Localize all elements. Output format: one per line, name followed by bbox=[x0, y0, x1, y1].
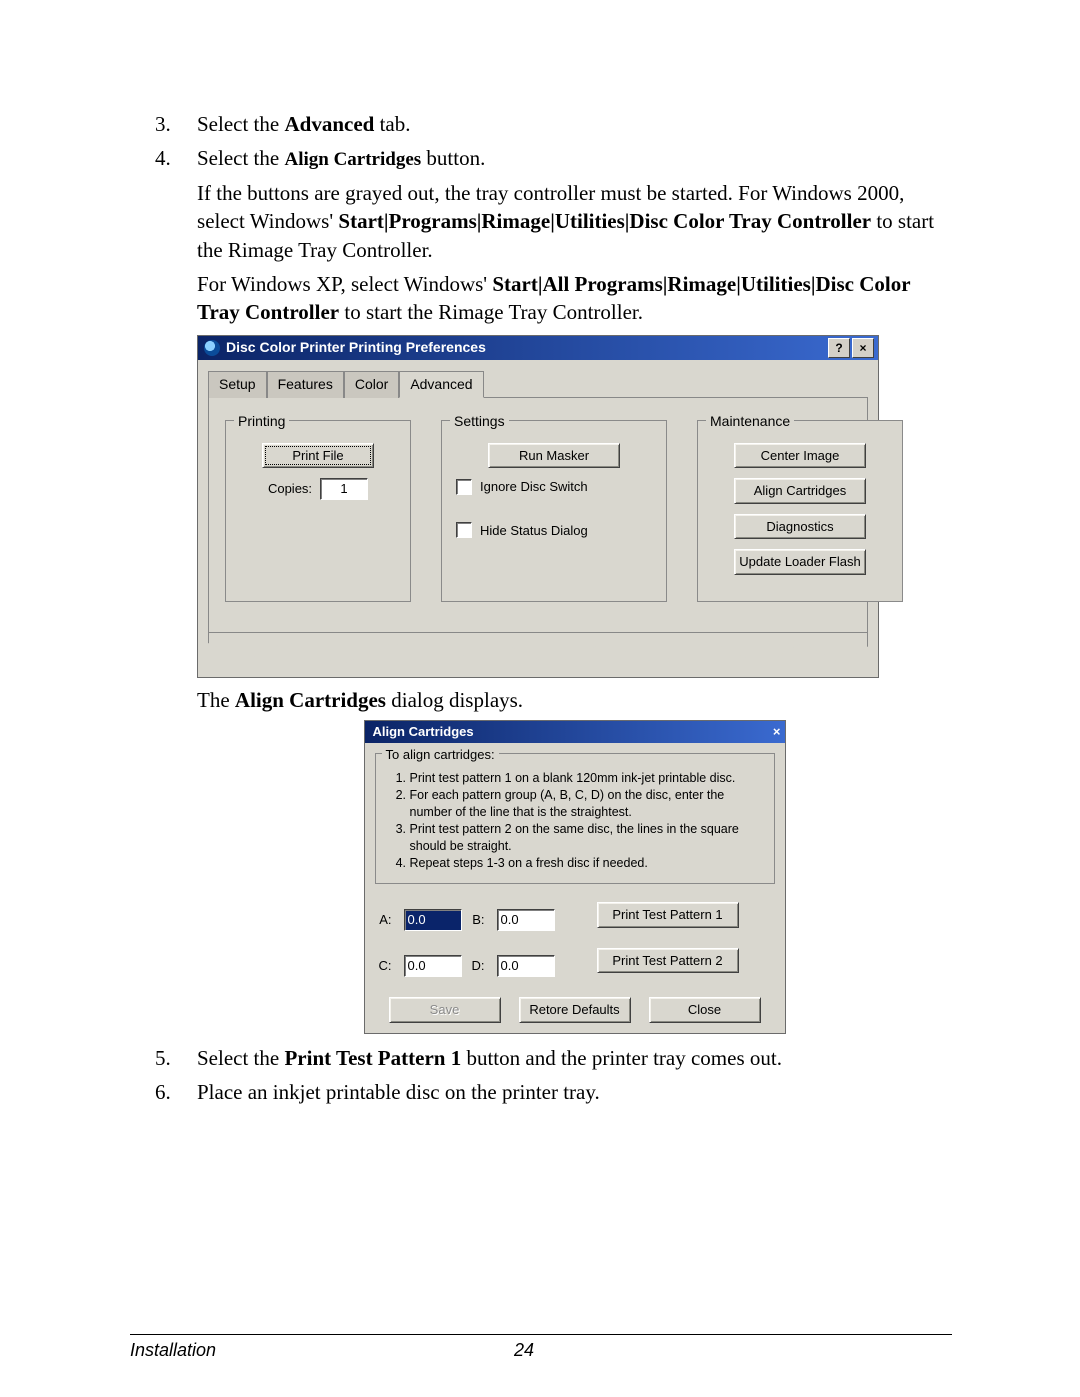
align-A-label: A: bbox=[379, 911, 394, 929]
tab-advanced-panel: Printing Print File Copies: 1 Settings R… bbox=[208, 397, 868, 633]
step-3-pre: Select the bbox=[197, 112, 284, 136]
step-4-bold: Align Cartridges bbox=[284, 149, 421, 170]
group-settings: Settings Run Masker Ignore Disc Switch H… bbox=[441, 420, 667, 602]
ignore-disc-label: Ignore Disc Switch bbox=[480, 478, 588, 496]
hide-status-checkbox[interactable] bbox=[456, 522, 472, 538]
prefs-close-button[interactable]: × bbox=[852, 338, 874, 358]
ignore-disc-checkbox[interactable] bbox=[456, 479, 472, 495]
torn-edge bbox=[208, 633, 868, 667]
copies-row: Copies: 1 bbox=[238, 478, 398, 500]
tab-setup[interactable]: Setup bbox=[208, 371, 267, 398]
group-printing-legend: Printing bbox=[234, 412, 289, 431]
prefs-help-button[interactable]: ? bbox=[828, 338, 850, 358]
print-test-pattern-2-button[interactable]: Print Test Pattern 2 bbox=[597, 948, 739, 974]
align-save-button[interactable]: Save bbox=[389, 997, 501, 1023]
note-winxp: For Windows XP, select Windows' Start|Al… bbox=[197, 270, 952, 327]
align-dialog-caption: The Align Cartridges dialog displays. bbox=[197, 686, 952, 714]
align-step-1: Print test pattern 1 on a blank 120mm in… bbox=[410, 770, 764, 787]
step-6: 6. Place an inkjet printable disc on the… bbox=[155, 1078, 952, 1106]
align-step-4: Repeat steps 1-3 on a fresh disc if need… bbox=[410, 855, 764, 872]
manual-page: 3. Select the Advanced tab. 4. Select th… bbox=[0, 0, 1080, 1397]
align-C-label: C: bbox=[379, 957, 394, 975]
hide-status-row: Hide Status Dialog bbox=[456, 522, 654, 540]
page-footer: Installation 24 bbox=[130, 1340, 952, 1361]
step-3-post: tab. bbox=[374, 112, 410, 136]
step-5-bold: Print Test Pattern 1 bbox=[284, 1046, 461, 1070]
step-5-num: 5. bbox=[155, 1044, 171, 1072]
update-loader-flash-button[interactable]: Update Loader Flash bbox=[734, 549, 866, 575]
align-instructions-legend: To align cartridges: bbox=[382, 746, 499, 764]
align-B-input[interactable]: 0.0 bbox=[497, 909, 555, 931]
copies-label: Copies: bbox=[268, 480, 312, 498]
group-settings-legend: Settings bbox=[450, 412, 509, 431]
copies-input[interactable]: 1 bbox=[320, 478, 368, 500]
step-4-pre: Select the bbox=[197, 146, 284, 170]
align-B-label: B: bbox=[472, 911, 487, 929]
step-3-num: 3. bbox=[155, 110, 171, 138]
note-win2000: If the buttons are grayed out, the tray … bbox=[197, 179, 952, 264]
align-cartridges-button[interactable]: Align Cartridges bbox=[734, 478, 866, 504]
step-6-text: Place an inkjet printable disc on the pr… bbox=[197, 1080, 600, 1104]
align-step-2: For each pattern group (A, B, C, D) on t… bbox=[410, 787, 764, 821]
align-cartridges-dialog: Align Cartridges × To align cartridges: … bbox=[364, 720, 786, 1034]
step-5-pre: Select the bbox=[197, 1046, 284, 1070]
align-step-3: Print test pattern 2 on the same disc, t… bbox=[410, 821, 764, 855]
hide-status-label: Hide Status Dialog bbox=[480, 522, 588, 540]
center-image-button[interactable]: Center Image bbox=[734, 443, 866, 469]
body-text: 3. Select the Advanced tab. 4. Select th… bbox=[155, 110, 952, 1107]
group-maintenance-legend: Maintenance bbox=[706, 412, 794, 431]
footer-section: Installation bbox=[130, 1340, 216, 1361]
step-6-num: 6. bbox=[155, 1078, 171, 1106]
step-4: 4. Select the Align Cartridges button. bbox=[155, 144, 952, 173]
print-file-button[interactable]: Print File bbox=[262, 443, 374, 469]
prefs-title: Disc Color Printer Printing Preferences bbox=[226, 338, 486, 357]
path-win2000: Start|Programs|Rimage|Utilities|Disc Col… bbox=[338, 209, 871, 233]
align-close-button-2[interactable]: Close bbox=[649, 997, 761, 1023]
align-bottom-row: Save Retore Defaults Close bbox=[375, 997, 775, 1023]
step-5-post: button and the printer tray comes out. bbox=[461, 1046, 782, 1070]
tab-features[interactable]: Features bbox=[267, 371, 344, 398]
ignore-disc-row: Ignore Disc Switch bbox=[456, 478, 654, 496]
footer-rule bbox=[130, 1334, 952, 1335]
align-D-label: D: bbox=[472, 957, 487, 975]
step-5: 5. Select the Print Test Pattern 1 butto… bbox=[155, 1044, 952, 1072]
align-close-button[interactable]: × bbox=[773, 723, 781, 741]
footer-page-number: 24 bbox=[216, 1340, 832, 1361]
run-masker-button[interactable]: Run Masker bbox=[488, 443, 620, 469]
align-restore-defaults-button[interactable]: Retore Defaults bbox=[519, 997, 631, 1023]
align-D-input[interactable]: 0.0 bbox=[497, 955, 555, 977]
step-4-post: button. bbox=[421, 146, 485, 170]
prefs-titlebar: Disc Color Printer Printing Preferences … bbox=[198, 336, 878, 360]
align-instructions: To align cartridges: Print test pattern … bbox=[375, 753, 775, 884]
prefs-tabrow: Setup Features Color Advanced bbox=[198, 360, 878, 397]
step-3-bold: Advanced bbox=[284, 112, 374, 136]
step-4-num: 4. bbox=[155, 144, 171, 172]
step-3: 3. Select the Advanced tab. bbox=[155, 110, 952, 138]
align-title: Align Cartridges bbox=[373, 723, 474, 741]
group-maintenance: Maintenance Center Image Align Cartridge… bbox=[697, 420, 903, 602]
align-A-input[interactable]: 0.0 bbox=[404, 909, 462, 931]
tab-advanced[interactable]: Advanced bbox=[399, 371, 483, 398]
print-test-pattern-1-button[interactable]: Print Test Pattern 1 bbox=[597, 902, 739, 928]
printing-preferences-dialog: Disc Color Printer Printing Preferences … bbox=[197, 335, 879, 678]
align-C-input[interactable]: 0.0 bbox=[404, 955, 462, 977]
prefs-app-icon bbox=[204, 340, 220, 356]
align-values: A: 0.0 B: 0.0 Print Test Pattern 1 C: 0.… bbox=[375, 902, 775, 983]
diagnostics-button[interactable]: Diagnostics bbox=[734, 514, 866, 540]
tab-color[interactable]: Color bbox=[344, 371, 399, 398]
align-titlebar: Align Cartridges × bbox=[365, 721, 785, 743]
group-printing: Printing Print File Copies: 1 bbox=[225, 420, 411, 602]
